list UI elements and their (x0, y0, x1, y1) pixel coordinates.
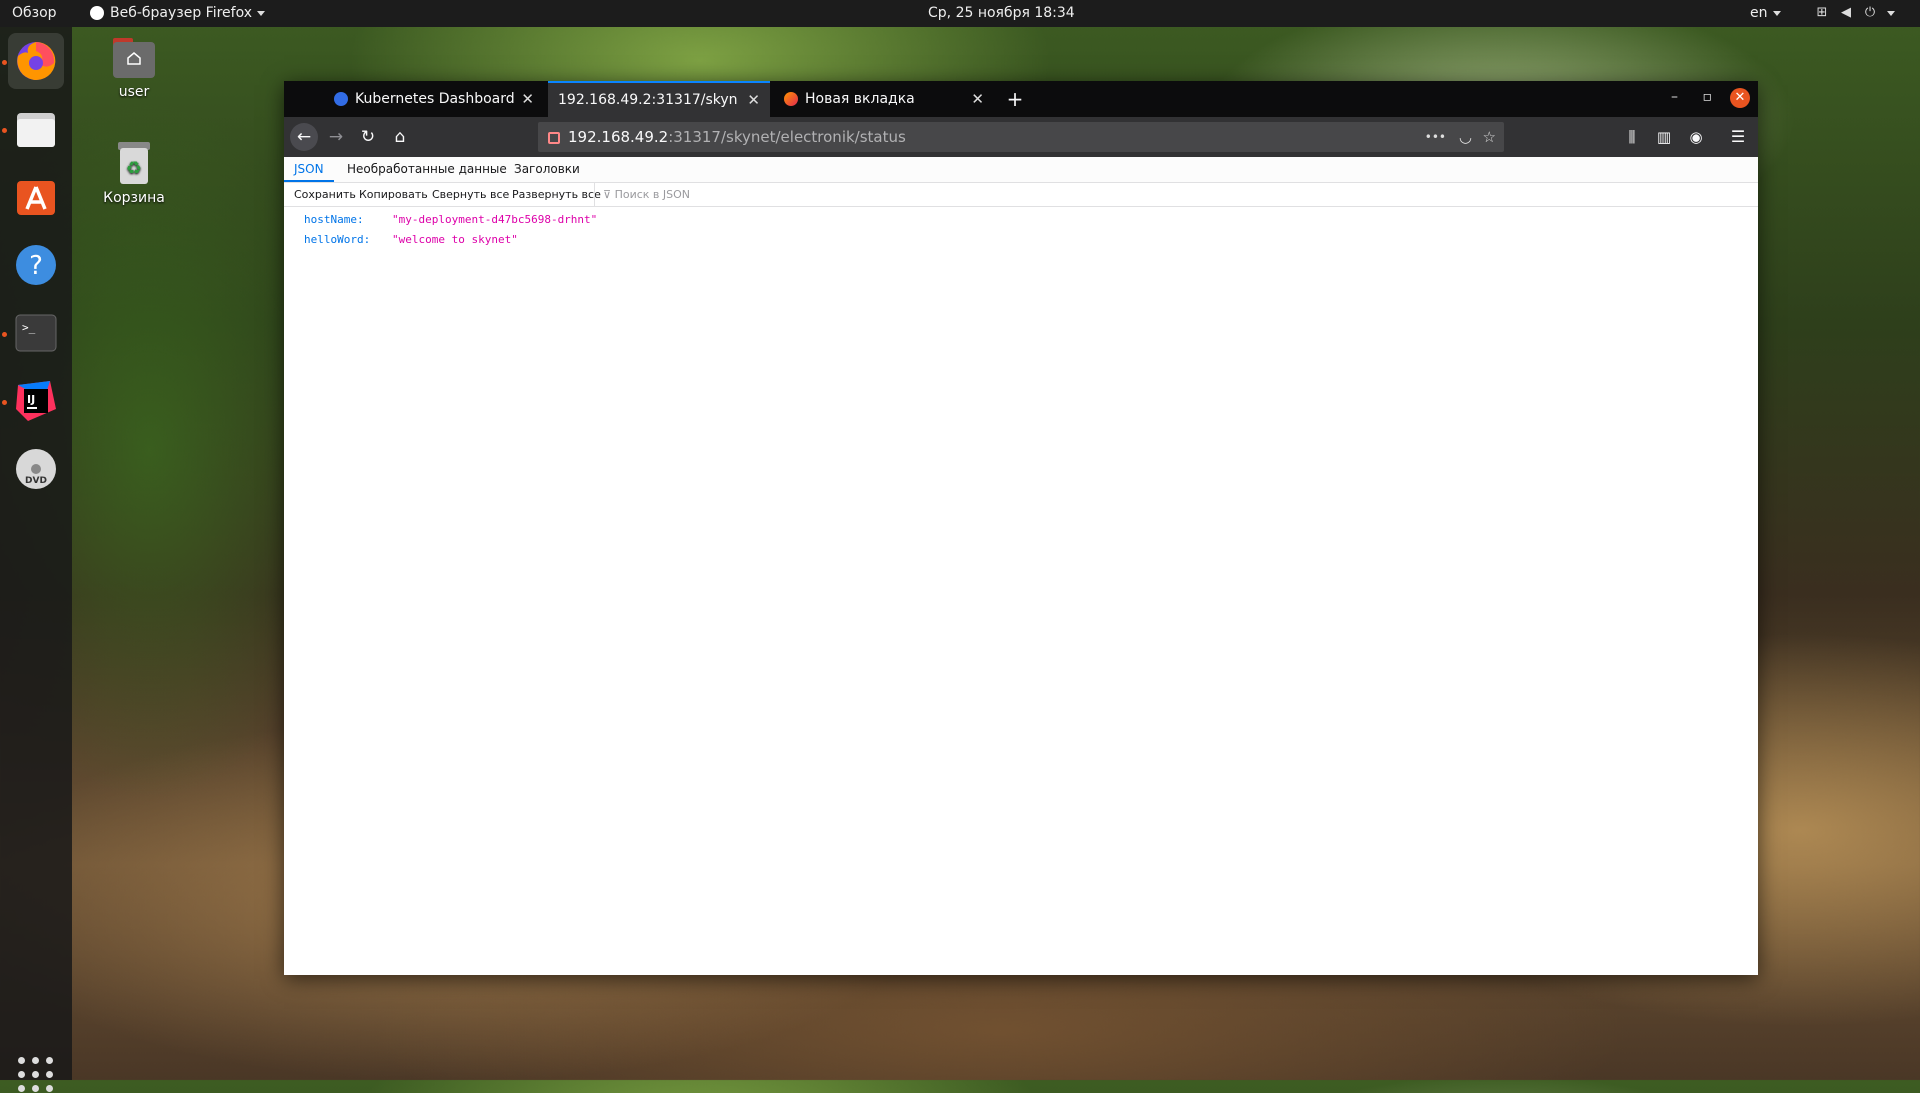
json-value: "welcome to skynet" (392, 233, 518, 246)
firefox-window: Kubernetes Dashboard ✕ 192.168.49.2:3131… (284, 81, 1758, 975)
app-menu-label: Веб-браузер Firefox (110, 5, 253, 21)
dock: ? >_ IJ DVD (0, 27, 72, 1092)
chevron-down-icon (1772, 10, 1781, 16)
account-icon[interactable]: ◉ (1682, 123, 1710, 151)
url-path: :31317/skynet/electronik/status (668, 128, 906, 146)
language-indicator[interactable]: en (1750, 0, 1781, 27)
intellij-icon: IJ (16, 381, 56, 421)
save-button[interactable]: Сохранить (294, 183, 356, 206)
software-center-icon (17, 181, 55, 215)
desktop-icon-trash[interactable]: ♻ Корзина (94, 140, 174, 206)
close-icon[interactable]: ✕ (521, 90, 534, 108)
page-content: JSON Необработанные данные Заголовки Сох… (284, 157, 1758, 975)
svg-text:>_: >_ (22, 321, 36, 334)
dock-software[interactable] (8, 169, 64, 225)
tab-strip: Kubernetes Dashboard ✕ 192.168.49.2:3131… (284, 81, 1758, 117)
home-button[interactable]: ⌂ (386, 123, 414, 151)
tab-title: Kubernetes Dashboard (355, 91, 515, 107)
window-close-button[interactable]: ✕ (1730, 88, 1750, 108)
library-icon[interactable]: ⫼ (1618, 123, 1646, 151)
hamburger-menu-icon[interactable]: ☰ (1724, 123, 1752, 151)
pocket-icon[interactable]: ◡ (1459, 122, 1472, 152)
home-folder-icon (113, 38, 155, 78)
dvd-icon: DVD (16, 449, 56, 489)
tab-skynet-status[interactable]: 192.168.49.2:31317/skynet/ ✕ (548, 81, 770, 117)
bookmark-star-icon[interactable]: ☆ (1483, 122, 1496, 152)
chevron-down-icon (1887, 10, 1895, 16)
reload-button[interactable]: ↻ (354, 123, 382, 151)
activities-button[interactable]: Обзор (12, 0, 57, 27)
trash-icon: ♻ (118, 142, 150, 184)
firefox-tab-icon (784, 92, 798, 106)
tab-kubernetes-dashboard[interactable]: Kubernetes Dashboard ✕ (324, 81, 544, 117)
maximize-icon[interactable]: ▫ (1703, 89, 1713, 105)
chevron-down-icon (257, 10, 266, 16)
tab-json[interactable]: JSON (284, 157, 334, 182)
desktop-icon-label: user (118, 84, 150, 100)
insecure-lock-icon (548, 131, 560, 144)
power-icon: ⏻ (1864, 5, 1876, 20)
terminal-icon: >_ (15, 314, 57, 352)
svg-text:DVD: DVD (25, 476, 47, 486)
app-menu[interactable]: Веб-браузер Firefox (90, 0, 266, 27)
files-icon (17, 113, 55, 147)
url-bar[interactable]: 192.168.49.2:31317/skynet/electronik/sta… (538, 122, 1504, 152)
collapse-all-button[interactable]: Свернуть все (432, 183, 509, 206)
desktop-icon-label: Корзина (103, 190, 165, 206)
page-actions-icon[interactable]: ••• (1425, 122, 1446, 152)
tab-new-tab[interactable]: Новая вкладка ✕ (774, 81, 994, 117)
svg-text:♻: ♻ (126, 158, 142, 179)
dock-firefox[interactable] (8, 33, 64, 89)
close-icon[interactable]: ✕ (747, 91, 760, 109)
running-indicator (2, 128, 7, 133)
filter-icon: ⊽ (603, 188, 612, 201)
new-tab-button[interactable]: + (998, 81, 1032, 117)
json-key: helloWord: (304, 233, 371, 246)
close-icon[interactable]: ✕ (971, 90, 984, 108)
language-label: en (1750, 5, 1768, 21)
running-indicator (2, 332, 7, 337)
tab-title: Новая вкладка (805, 91, 915, 107)
dock-files[interactable] (8, 101, 64, 157)
svg-text:IJ: IJ (27, 393, 35, 406)
tab-raw-data[interactable]: Необработанные данные (337, 157, 517, 182)
tab-headers[interactable]: Заголовки (504, 157, 590, 182)
json-key: hostName: (304, 213, 364, 226)
minimize-icon[interactable]: – (1671, 89, 1678, 105)
dock-dvd[interactable]: DVD (8, 441, 64, 497)
help-icon: ? (16, 245, 56, 285)
dock-terminal[interactable]: >_ (8, 305, 64, 361)
dock-help[interactable]: ? (8, 237, 64, 293)
firefox-small-icon (90, 6, 104, 20)
json-value: "my-deployment-d47bc5698-drhnt" (392, 213, 598, 226)
filter-placeholder: Поиск в JSON (614, 188, 690, 201)
running-indicator (2, 400, 7, 405)
clock[interactable]: Ср, 25 ноября 18:34 (928, 0, 1075, 27)
kubernetes-icon (334, 92, 348, 106)
expand-all-button[interactable]: Развернуть все (512, 183, 601, 206)
svg-text:?: ? (29, 251, 43, 281)
running-indicator (2, 60, 7, 65)
json-toolbar: Сохранить Копировать Свернуть все Развер… (284, 183, 1758, 207)
system-tray[interactable]: ⊞ ◀ ⏻ (1810, 0, 1895, 27)
show-applications-button[interactable] (18, 1057, 54, 1093)
network-icon: ⊞ (1816, 5, 1828, 20)
copy-button[interactable]: Копировать (359, 183, 428, 206)
desktop-icon-user[interactable]: user (94, 36, 174, 100)
json-filter-input[interactable]: ⊽ Поиск в JSON (594, 183, 690, 206)
sidebar-icon[interactable]: ▥ (1650, 123, 1678, 151)
firefox-icon (17, 41, 56, 80)
top-bar: Обзор Веб-браузер Firefox Ср, 25 ноября … (0, 0, 1920, 27)
forward-button[interactable]: → (322, 123, 350, 151)
tab-title: 192.168.49.2:31317/skynet/ (558, 92, 738, 108)
back-button[interactable]: ← (290, 123, 318, 151)
json-viewer-tabs: JSON Необработанные данные Заголовки (284, 157, 1758, 183)
navigation-toolbar: ← → ↻ ⌂ 192.168.49.2:31317/skynet/electr… (284, 117, 1758, 157)
url-host: 192.168.49.2 (568, 128, 669, 146)
volume-icon: ◀ (1841, 5, 1851, 20)
dock-intellij[interactable]: IJ (8, 373, 64, 429)
